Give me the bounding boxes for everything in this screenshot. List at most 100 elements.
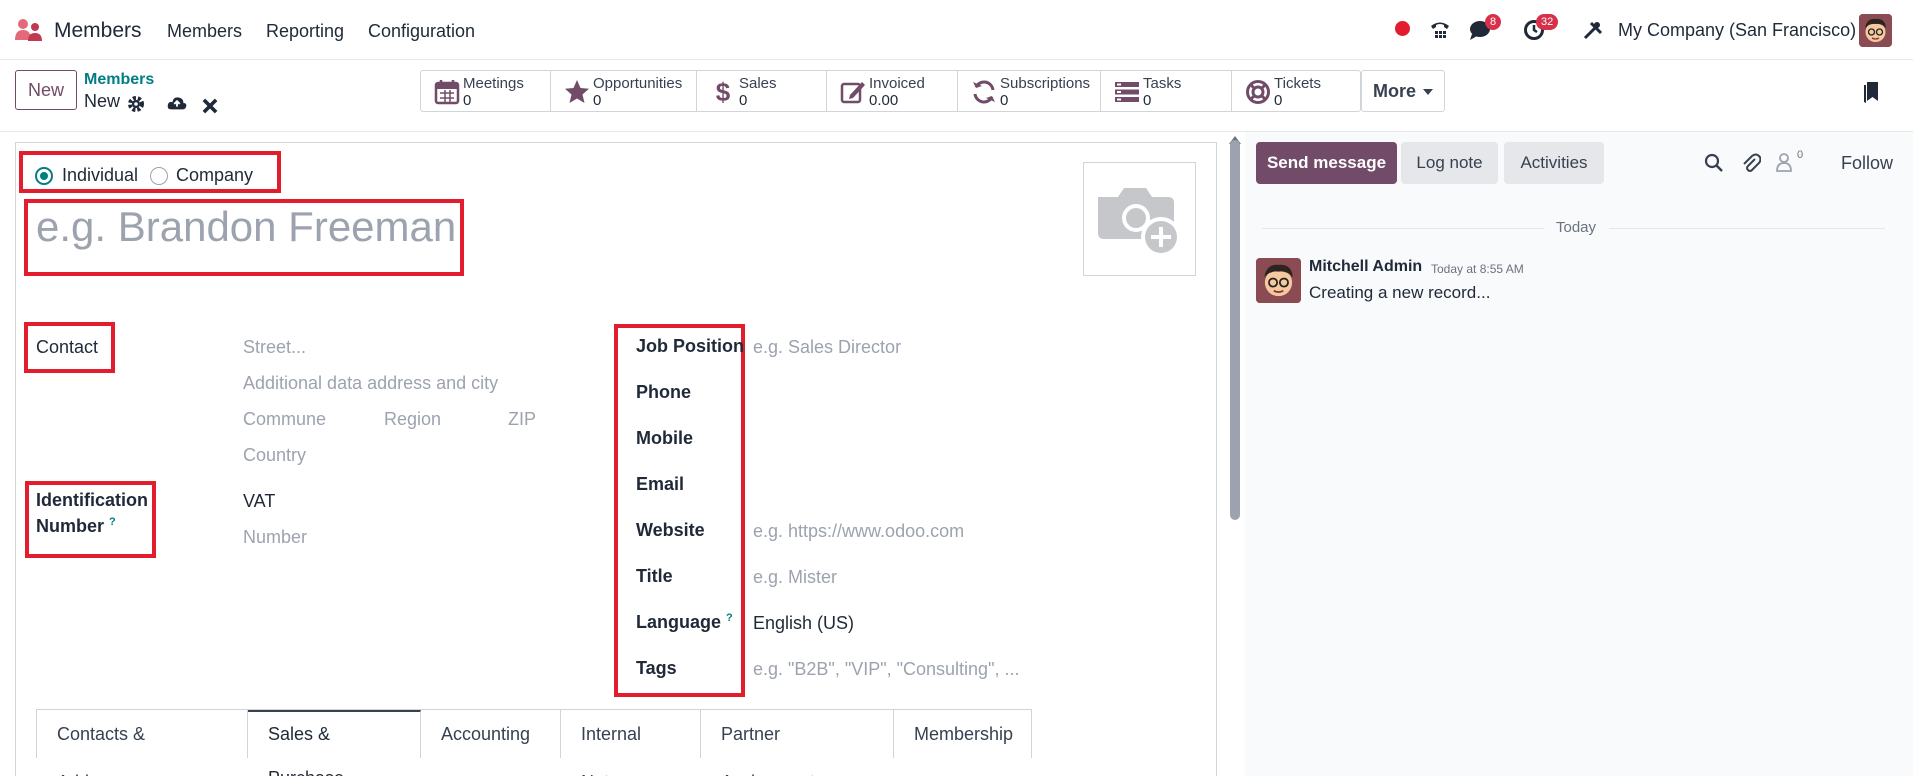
breadcrumb-parent[interactable]: Members [84, 71, 154, 89]
avatar-upload[interactable] [1083, 162, 1196, 276]
new-button[interactable]: New [15, 70, 77, 110]
date-separator: Today [1556, 219, 1597, 236]
smart-button-value: 0 [739, 92, 748, 109]
smart-button-label: Opportunities [593, 75, 683, 92]
svg-text:$: $ [716, 79, 731, 105]
radio-individual[interactable] [35, 167, 53, 185]
app-name[interactable]: Members [54, 19, 142, 43]
lifebuoy-icon [1246, 80, 1270, 104]
tab-partner-assignment[interactable]: Partner Assignment [701, 710, 894, 776]
identification-label: Identification [36, 490, 148, 510]
menu-reporting[interactable]: Reporting [266, 21, 344, 42]
log-note-button[interactable]: Log note [1401, 142, 1498, 184]
smart-button-opportunities[interactable]: Opportunities 0 [551, 71, 697, 111]
search-icon[interactable] [1704, 153, 1724, 173]
smart-button-tickets[interactable]: Tickets 0 [1232, 71, 1360, 111]
smart-button-value: 0.00 [869, 92, 899, 109]
tab-sales-purchase[interactable]: Sales & Purchase [248, 710, 421, 776]
phone-icon[interactable] [1428, 18, 1452, 42]
bookmarks-icon[interactable] [1861, 80, 1881, 104]
street-input[interactable]: Street... [243, 337, 306, 358]
message-author-avatar[interactable] [1256, 258, 1301, 303]
website-label: Website [636, 520, 705, 540]
send-message-button[interactable]: Send message [1256, 142, 1397, 184]
identification-label-line2: Number ? [36, 516, 116, 537]
company-switcher[interactable]: My Company (San Francisco) [1618, 20, 1856, 41]
job-position-input[interactable]: e.g. Sales Director [753, 337, 901, 358]
notebook-tabs: Contacts & Addresses Sales & Purchase Ac… [36, 709, 1032, 776]
language-label-text: Language [636, 612, 722, 632]
menu-configuration[interactable]: Configuration [368, 21, 475, 42]
tab-membership[interactable]: Membership [894, 710, 1031, 758]
radio-individual-label[interactable]: Individual [62, 165, 138, 186]
smart-button-meetings[interactable]: Meetings 0 [421, 71, 551, 111]
star-icon [565, 80, 589, 103]
save-cloud-icon[interactable] [166, 92, 188, 114]
phone-input[interactable] [753, 383, 1053, 405]
tab-contacts-addresses[interactable]: Contacts & Addresses [37, 710, 248, 776]
address-input[interactable]: Additional data address and city [243, 373, 498, 394]
dollar-icon: $ [716, 79, 731, 105]
smart-button-label: Invoiced [869, 75, 925, 92]
tab-accounting[interactable]: Accounting [421, 710, 561, 758]
message-body: Creating a new record... [1309, 283, 1491, 302]
smart-button-tasks[interactable]: Tasks 0 [1101, 71, 1232, 111]
more-button[interactable]: More [1361, 70, 1445, 112]
country-input[interactable]: Country [243, 445, 306, 466]
vat-number-input[interactable]: Number [243, 527, 307, 548]
user-avatar[interactable] [1859, 14, 1892, 47]
smart-button-label: Sales [739, 75, 777, 92]
recording-dot-icon[interactable] [1395, 21, 1410, 36]
zip-input[interactable]: ZIP [508, 409, 536, 430]
commune-input[interactable]: Commune [243, 409, 326, 430]
radio-company-label[interactable]: Company [176, 165, 253, 186]
website-input[interactable]: e.g. https://www.odoo.com [753, 521, 964, 542]
tags-label: Tags [636, 658, 677, 678]
menu-members[interactable]: Members [167, 21, 242, 42]
follow-button[interactable]: Follow [1841, 153, 1893, 174]
title-label: Title [636, 566, 673, 586]
edit-icon [840, 82, 865, 104]
language-label: Language ? [636, 612, 733, 633]
highlight-right-labels [614, 324, 745, 697]
activities-button[interactable]: Activities [1504, 142, 1604, 184]
vat-field[interactable]: VAT [243, 491, 275, 512]
title-input[interactable]: e.g. Mister [753, 567, 837, 588]
email-input[interactable] [753, 475, 1053, 497]
smart-button-value: 0 [1143, 92, 1152, 109]
more-button-label: More [1372, 80, 1416, 101]
followers-icon[interactable] [1776, 152, 1792, 172]
discard-icon[interactable] [199, 95, 221, 117]
help-icon[interactable]: ? [726, 612, 733, 624]
form-scrollbar[interactable] [1230, 140, 1240, 520]
smart-button-value: 0 [1000, 92, 1009, 109]
gear-icon[interactable] [125, 93, 147, 115]
paperclip-icon[interactable] [1741, 152, 1761, 174]
language-select[interactable]: English (US) [753, 613, 854, 634]
mobile-label: Mobile [636, 428, 693, 448]
smart-button-subscriptions[interactable]: Subscriptions 0 [958, 71, 1101, 111]
messages-badge: 8 [1485, 14, 1502, 30]
email-label: Email [636, 474, 685, 494]
message-time: Today at 8:55 AM [1431, 262, 1524, 276]
activities-badge: 32 [1536, 14, 1559, 30]
smart-button-label: Tickets [1274, 75, 1321, 92]
camera-plus-icon [1098, 188, 1181, 257]
tools-icon[interactable] [1582, 19, 1604, 41]
name-input[interactable]: e.g. Brandon Freeman [36, 203, 456, 251]
tab-internal-notes[interactable]: Internal Notes [561, 710, 701, 776]
region-input[interactable]: Region [384, 409, 441, 430]
smart-button-invoiced[interactable]: Invoiced 0.00 [827, 71, 958, 111]
tags-input[interactable]: e.g. "B2B", "VIP", "Consulting", ... [753, 659, 1019, 680]
members-app-icon[interactable] [14, 18, 44, 42]
breadcrumb-current: New [84, 91, 121, 111]
smart-button-sales[interactable]: $ Sales 0 [697, 71, 827, 111]
help-icon[interactable]: ? [109, 516, 116, 528]
calendar-icon [434, 80, 460, 105]
message-author[interactable]: Mitchell Admin [1309, 258, 1422, 276]
smart-button-label: Tasks [1143, 75, 1182, 92]
number-label-text: Number [36, 516, 105, 536]
radio-company[interactable] [150, 167, 168, 185]
mobile-input[interactable] [753, 429, 1053, 451]
followers-count: 0 [1797, 149, 1804, 161]
